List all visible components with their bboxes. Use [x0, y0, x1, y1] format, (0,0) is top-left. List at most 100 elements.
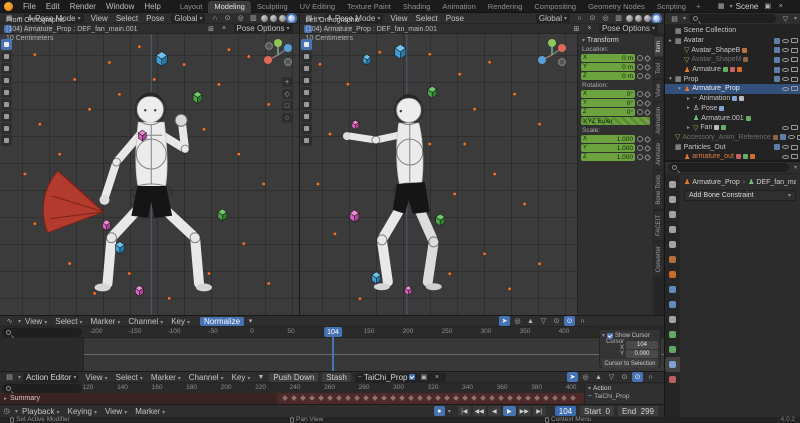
- properties-tab-material[interactable]: [665, 372, 680, 387]
- close-icon[interactable]: ×: [584, 24, 595, 34]
- hide-eye-icon[interactable]: [782, 39, 789, 43]
- unlink-action-icon[interactable]: ×: [431, 372, 442, 382]
- gizmo-toggle-icon[interactable]: [344, 25, 352, 33]
- shading-mode-icon[interactable]: [653, 15, 660, 22]
- workspace-tab-animation[interactable]: Animation: [436, 1, 481, 13]
- graph-menu-channel[interactable]: Channel▾: [124, 317, 167, 326]
- navigation-gizmo[interactable]: [535, 38, 569, 72]
- n-panel-tab-animation[interactable]: Animation: [654, 103, 663, 138]
- animate-decorator-icon[interactable]: [637, 55, 643, 61]
- n-panel-tab-tool[interactable]: Tool: [654, 59, 663, 78]
- shading-mode-icon[interactable]: [279, 15, 286, 22]
- normalize-options-icon[interactable]: ▾: [245, 316, 256, 326]
- rotation-x-field[interactable]: X0°: [581, 90, 635, 98]
- menu-render[interactable]: Render: [65, 2, 101, 11]
- gizmo-toggle-icon[interactable]: [34, 25, 42, 33]
- cursor-icon[interactable]: ➤: [499, 316, 510, 326]
- dope-menu-view[interactable]: View▾: [81, 373, 111, 382]
- menu-file[interactable]: File: [18, 2, 41, 11]
- graph-menu-key[interactable]: Key▾: [167, 317, 194, 326]
- viewport-side-canvas[interactable]: [300, 34, 577, 315]
- properties-tab-view-layer[interactable]: [665, 222, 680, 237]
- workspace-tab-layout[interactable]: Layout: [174, 1, 209, 13]
- shading-mode-icon[interactable]: [288, 15, 295, 22]
- properties-tab-object[interactable]: [665, 267, 680, 282]
- filter-toggle-icon[interactable]: ▼: [255, 372, 266, 382]
- keyframe-decorator-icon[interactable]: [644, 54, 651, 61]
- location-z-field[interactable]: Z0 m: [581, 72, 635, 80]
- rotation-z-field[interactable]: Z0°: [581, 108, 635, 116]
- channel-search-input[interactable]: [2, 328, 82, 337]
- gizmo-toggle-icon[interactable]: [324, 25, 332, 33]
- camera-render-icon[interactable]: [791, 48, 798, 53]
- camera-render-icon[interactable]: [791, 57, 798, 62]
- snap-icon[interactable]: ∩: [209, 13, 220, 23]
- tool-button[interactable]: [301, 75, 312, 86]
- warning-icon[interactable]: ▲: [593, 372, 604, 382]
- zoom-icon[interactable]: +: [282, 77, 293, 87]
- shading-mode-icon[interactable]: [261, 15, 268, 22]
- shading-mode-icon[interactable]: [626, 15, 633, 22]
- editor-type-icon[interactable]: ▦: [304, 13, 315, 23]
- menu-window[interactable]: Window: [101, 2, 139, 11]
- unlink-scene-icon[interactable]: ×: [775, 1, 786, 11]
- cursor-icon[interactable]: ➤: [567, 372, 578, 382]
- outliner-row-scene-collection[interactable]: ▦Scene Collection: [665, 26, 800, 36]
- shading-mode-icon[interactable]: [644, 15, 651, 22]
- viewport-menu-select[interactable]: Select: [412, 14, 442, 23]
- timeline-menu-playback[interactable]: Playback▾: [18, 407, 63, 416]
- options-icon[interactable]: ⊞: [571, 24, 582, 34]
- dope-menu-key[interactable]: Key▾: [228, 373, 255, 382]
- gizmo-toggle-icon[interactable]: [14, 25, 22, 33]
- tool-button[interactable]: [301, 111, 312, 122]
- action-panel-title[interactable]: ▾Action: [588, 385, 661, 392]
- properties-tab-object-constraints[interactable]: [665, 312, 680, 327]
- location-y-field[interactable]: Y0 m: [581, 63, 635, 71]
- outliner-row-armature[interactable]: ♟Armature: [665, 65, 800, 75]
- animate-decorator-icon[interactable]: [637, 145, 643, 151]
- outliner-row-prop[interactable]: ▾▦Prop: [665, 74, 800, 84]
- editor-type-icon[interactable]: ▦: [4, 13, 15, 23]
- properties-tab-scene[interactable]: [665, 237, 680, 252]
- workspace-tab-scripting[interactable]: Scripting: [651, 1, 692, 13]
- properties-tab-render[interactable]: [665, 192, 680, 207]
- outliner-row-avatar-shapem[interactable]: ▽Avatar_ShapeM: [665, 55, 800, 65]
- outliner-row-armature-prop[interactable]: ▾♟Armature_Prop: [665, 84, 800, 94]
- animate-decorator-icon[interactable]: [637, 154, 643, 160]
- n-panel-tab-converter[interactable]: Converter: [654, 242, 663, 276]
- navigation-gizmo[interactable]: [261, 38, 295, 72]
- transform-panel-title[interactable]: ▾Transform: [582, 37, 650, 44]
- animate-decorator-icon[interactable]: [637, 91, 643, 97]
- n-panel-tab-view[interactable]: View: [654, 80, 663, 101]
- camera-render-icon[interactable]: [791, 77, 798, 82]
- duplicate-action-icon[interactable]: ▣: [418, 372, 429, 382]
- animate-decorator-icon[interactable]: [637, 109, 643, 115]
- viewport-menu-select[interactable]: Select: [112, 14, 142, 23]
- graph-menu-select[interactable]: Select▾: [51, 317, 86, 326]
- camera-render-icon[interactable]: [791, 145, 798, 150]
- menu-edit[interactable]: Edit: [41, 2, 65, 11]
- xray-icon[interactable]: ▥: [613, 13, 624, 23]
- camera-view-icon[interactable]: □: [282, 101, 293, 111]
- properties-tab-tool[interactable]: [665, 177, 680, 192]
- workspace-tab-texture-paint[interactable]: Texture Paint: [341, 1, 397, 13]
- keyframe-decorator-icon[interactable]: [644, 108, 651, 115]
- graph-ruler[interactable]: -200-150-100-50050150200250300350400104: [0, 327, 664, 338]
- shading-mode-icon[interactable]: [270, 15, 277, 22]
- gizmo-toggle-icon[interactable]: [24, 25, 32, 33]
- hide-eye-icon[interactable]: [782, 87, 789, 91]
- tool-button[interactable]: [1, 135, 12, 146]
- hide-eye-icon[interactable]: [782, 77, 789, 81]
- graph-menu-view[interactable]: View▾: [21, 317, 51, 326]
- mode-select[interactable]: ♙Pose Mode▾: [324, 14, 384, 23]
- outliner-row-armature-001[interactable]: ♟Armature.001: [665, 113, 800, 123]
- properties-tab-physics[interactable]: [665, 297, 680, 312]
- overlays-icon[interactable]: ◎: [600, 13, 611, 23]
- gizmo-toggle-icon[interactable]: [304, 25, 312, 33]
- breadcrumb-bone[interactable]: DEF_fan_main.001: [756, 179, 796, 186]
- viewport-menu-pose[interactable]: Pose: [142, 14, 168, 23]
- workspace-tab-rendering[interactable]: Rendering: [482, 1, 529, 13]
- rotation-mode-dropdown[interactable]: XYZ Euler▾: [581, 117, 650, 125]
- tool-button[interactable]: [1, 99, 12, 110]
- tool-button[interactable]: [301, 51, 312, 62]
